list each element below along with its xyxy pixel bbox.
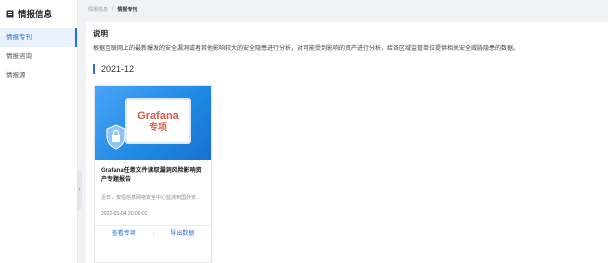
- year-label: 2021-12: [101, 64, 135, 74]
- description-title: 说明: [93, 29, 108, 38]
- document-icon: [6, 10, 14, 18]
- collapse-sidebar-button[interactable]: ‹: [77, 170, 82, 210]
- report-summary: 近日，安恒信息网络安全中心监测到国外安...: [101, 195, 201, 201]
- view-report-button[interactable]: 查看专项: [95, 226, 153, 241]
- year-marker: [93, 64, 95, 74]
- report-title[interactable]: Grafana任意文件读取漏洞风险影响资产专题报告: [101, 167, 207, 185]
- sidebar-item-source[interactable]: 情报源: [0, 66, 77, 85]
- chevron-left-icon: ‹: [78, 187, 81, 193]
- year-header: 2021-12: [93, 64, 134, 74]
- cover-subtitle: 专项: [148, 122, 167, 132]
- cover-title: Grafana: [137, 110, 179, 122]
- main-panel: 说明 根据互联网上的最新爆发的安全漏洞或者其他影响较大的安全隐患进行分析，对可能…: [86, 22, 608, 263]
- cover-screen: Grafana 专项: [125, 98, 191, 144]
- breadcrumb: 情报信息 / 情报专刊: [88, 4, 137, 14]
- report-actions: 查看专项 导出数据: [95, 225, 211, 241]
- description-text: 根据互联网上的最新爆发的安全漏洞或者其他影响较大的安全隐患进行分析，对可能受到影…: [93, 46, 520, 52]
- sidebar-title: 情报信息: [18, 9, 53, 19]
- breadcrumb-current: 情报专刊: [117, 6, 138, 13]
- report-date: 2022-01-04 20:00:01: [101, 211, 148, 217]
- sidebar-item-consulting[interactable]: 情报咨询: [0, 47, 77, 66]
- breadcrumb-separator: /: [112, 6, 114, 12]
- report-cover-image: Grafana 专项: [95, 86, 211, 160]
- shield-icon: [106, 124, 126, 150]
- export-data-button[interactable]: 导出数据: [154, 226, 212, 241]
- sidebar: 情报信息 情报专刊 情报咨询 情报源: [0, 0, 78, 263]
- sidebar-item-special-report[interactable]: 情报专刊: [0, 28, 77, 47]
- sidebar-header: 情报信息: [0, 0, 77, 28]
- report-card[interactable]: Grafana 专项 Grafana任意文件读取漏洞风险影响资产专题报告 近日，…: [94, 85, 212, 263]
- breadcrumb-root[interactable]: 情报信息: [88, 6, 108, 13]
